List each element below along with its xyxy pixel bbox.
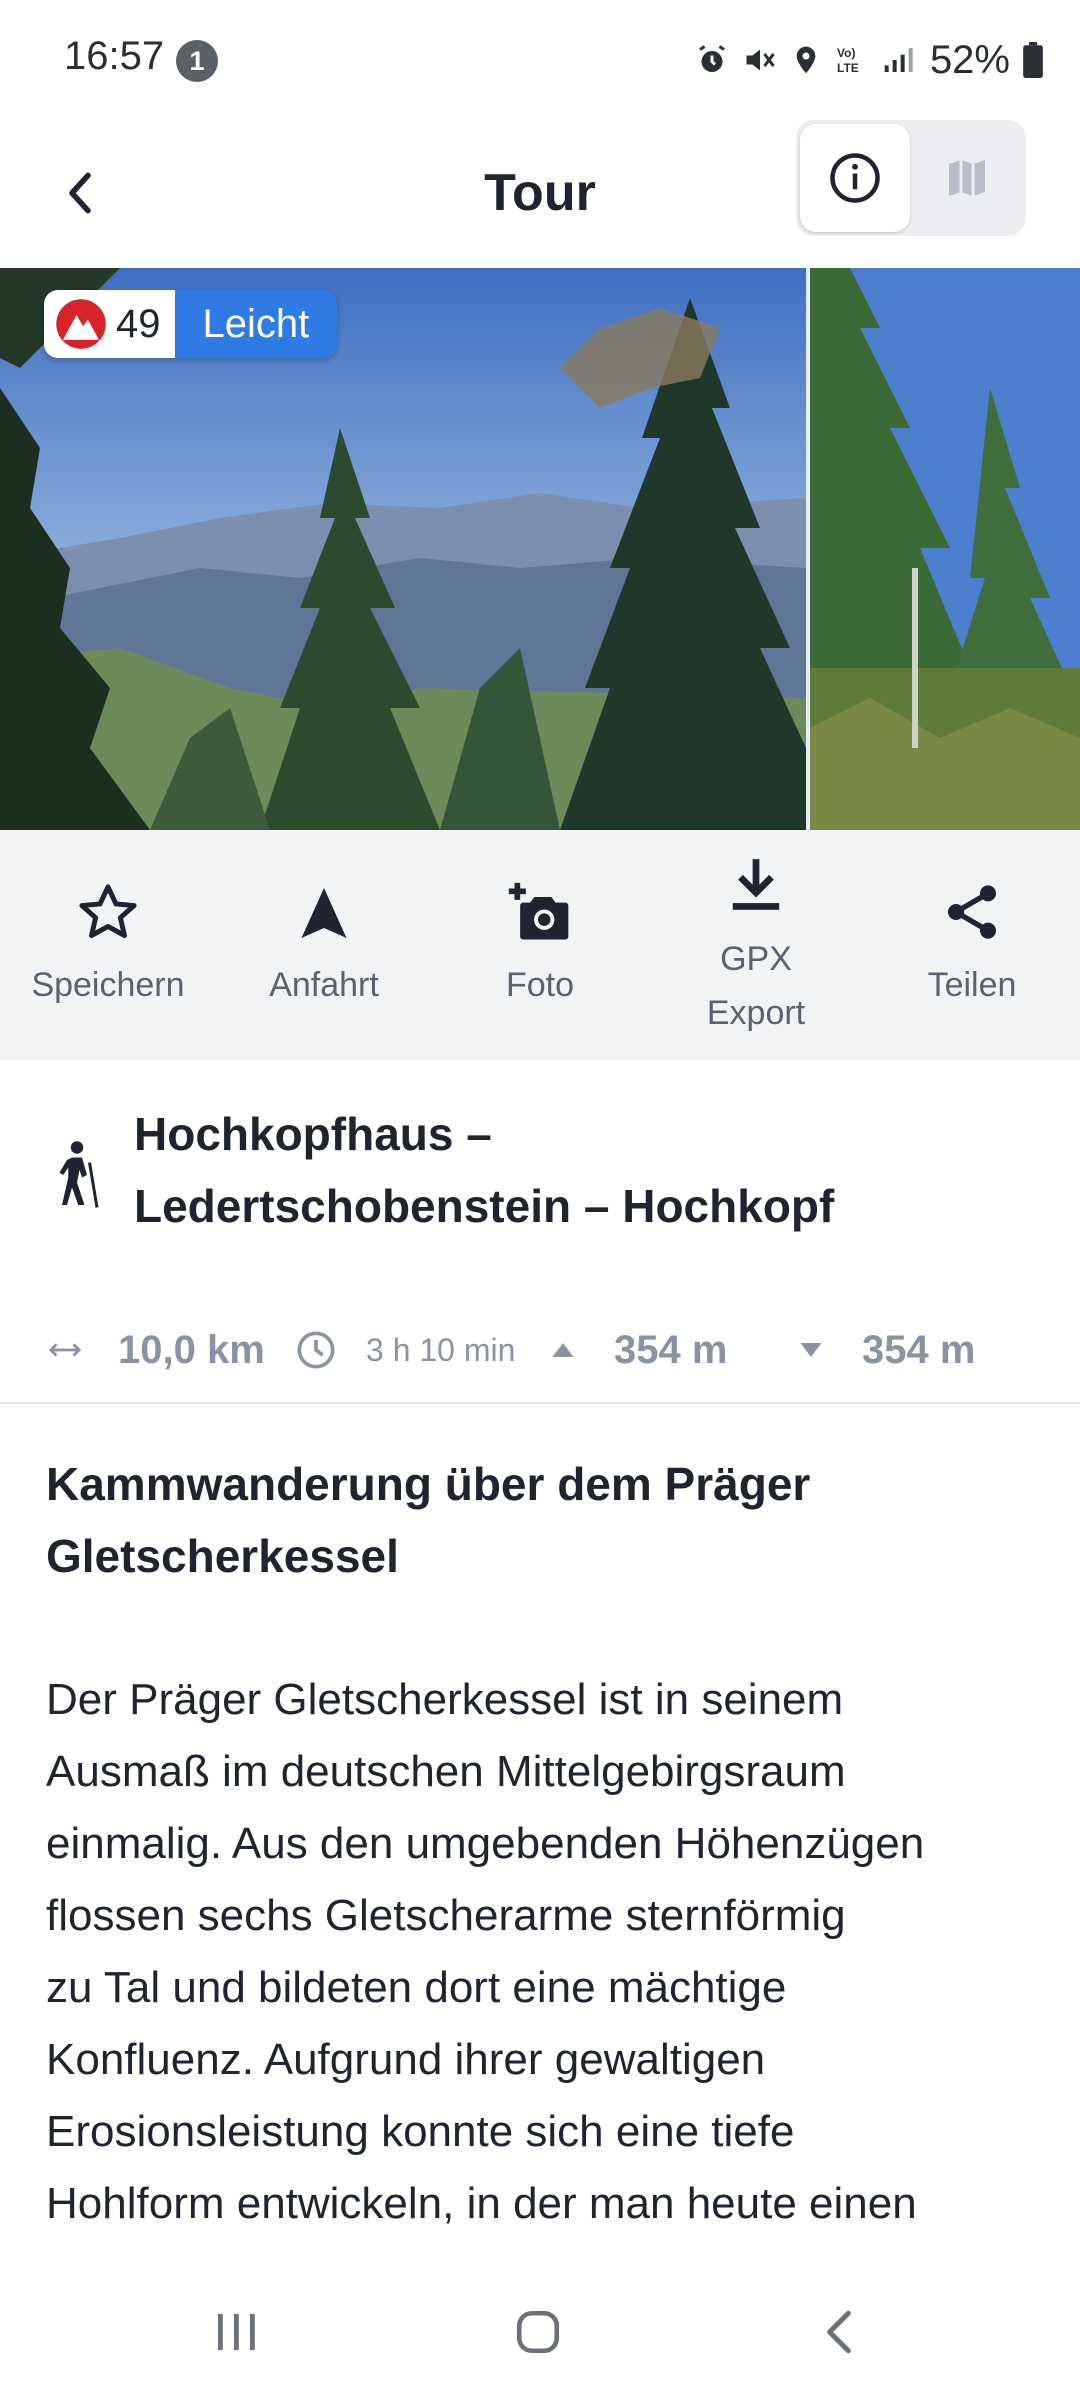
descent-value: 354 m [862, 1327, 976, 1372]
volte-icon: Vo)LTE [837, 46, 859, 75]
photo-label: Foto [505, 966, 575, 1004]
add-photo-button[interactable]: Foto [432, 830, 648, 1060]
description-line: Erosionsleistung konnte sich eine tiefe [46, 2107, 795, 2156]
share-label: Teilen [927, 966, 1017, 1004]
svg-text:LTE: LTE [837, 61, 859, 75]
description-line: Der Präger Gletscherkessel ist in seinem [46, 1675, 844, 1724]
ascent-value: 354 m [614, 1327, 728, 1372]
save-label: Speichern [31, 966, 185, 1004]
mute-icon [746, 49, 775, 71]
svg-text:Vo): Vo) [837, 46, 855, 60]
tour-title-line1: Hochkopfhaus – [134, 1108, 492, 1160]
duration-value: 3 h 10 min [366, 1331, 516, 1368]
app-header: Tour [0, 120, 1080, 266]
distance-arrows-icon [48, 1343, 82, 1357]
info-icon [830, 153, 880, 203]
tour-title: Hochkopfhaus – Ledertschobenstein – Hoch… [134, 1098, 1014, 1242]
battery-icon [1023, 42, 1043, 78]
signal-icon [884, 48, 913, 72]
descent-icon-wrap [800, 1310, 822, 1390]
description-heading-line1: Kammwanderung über dem Präger [46, 1458, 811, 1510]
home-button[interactable] [478, 2292, 598, 2372]
photo-gallery[interactable]: 49 Leicht [0, 268, 1080, 830]
tour-title-line2: Ledertschobenstein – Hochkopf [134, 1180, 835, 1232]
gpx-export-button[interactable]: GPX Export [648, 830, 864, 1060]
difficulty-badge: Leicht [174, 290, 338, 358]
section-divider [0, 1402, 1080, 1404]
battery-percentage: 52% [929, 37, 1010, 82]
share-button[interactable]: Teilen [864, 830, 1080, 1060]
description-line: flossen sechs Gletscherarme sternförmig [46, 1891, 846, 1940]
star-icon [79, 884, 137, 939]
info-view-button[interactable] [800, 124, 910, 232]
add-photo-icon [508, 882, 569, 940]
ascent-triangle-icon [552, 1343, 574, 1357]
rating-difficulty-chip: 49 Leicht [44, 290, 338, 358]
rating-value: 49 [116, 301, 161, 346]
description-line: zu Tal und bildeten dort eine mächtige [46, 1963, 787, 2012]
save-button[interactable]: Speichern [0, 830, 216, 1060]
back-icon [827, 2310, 851, 2354]
hiking-icon [59, 1141, 99, 1208]
directions-label: Anfahrt [269, 966, 379, 1004]
clock-icon [297, 1331, 335, 1369]
gpx-export-label-line2: Export [706, 994, 806, 1032]
tour-stats: 10,0 km 3 h 10 min 354 m 354 m [0, 1310, 1080, 1390]
location-icon [796, 46, 816, 74]
status-time: 16:57 [64, 34, 165, 78]
home-icon [516, 2310, 560, 2354]
description-line: Ausmaß im deutschen Mittelgebirgsraum [46, 1747, 846, 1796]
rating-logo-icon [56, 299, 106, 349]
notification-count-badge: 1 [176, 40, 218, 82]
view-toggle [796, 120, 1026, 236]
ascent-icon-wrap [552, 1310, 574, 1390]
description-line: Konfluenz. Aufgrund ihrer gewaltigen [46, 2035, 766, 2084]
tour-photo-second[interactable] [810, 268, 1080, 830]
distance-icon-wrap [48, 1310, 82, 1390]
description-heading: Kammwanderung über dem Präger Gletscherk… [46, 1448, 1036, 1592]
recents-button[interactable] [176, 2292, 296, 2372]
share-icon [948, 885, 996, 939]
description-heading-line2: Gletscherkessel [46, 1530, 399, 1582]
navigation-arrow-icon [301, 888, 347, 938]
descent-triangle-icon [800, 1343, 822, 1357]
directions-button[interactable]: Anfahrt [216, 830, 432, 1060]
download-icon [732, 859, 780, 910]
map-view-button[interactable] [912, 124, 1022, 232]
action-bar: Speichern Anfahrt Foto GPX Export Teilen [0, 830, 1080, 1060]
description-body: Der Präger Gletscherkessel ist in seinem… [46, 1664, 1046, 2260]
status-icons: Vo) LTE 52% [694, 30, 1044, 90]
alarm-icon [699, 45, 725, 72]
distance-value: 10,0 km [118, 1327, 265, 1372]
system-back-button[interactable] [780, 2292, 900, 2372]
map-icon [949, 160, 985, 196]
community-rating: 49 [44, 290, 175, 358]
recents-icon [218, 2314, 255, 2350]
system-nav-bar [0, 2262, 1080, 2400]
clock-icon-wrap [296, 1310, 336, 1390]
description-line: einmalig. Aus den umgebenden Höhenzügen [46, 1819, 925, 1868]
gpx-export-label-line1: GPX [720, 940, 792, 978]
status-bar: 16:57 1 Vo) LTE 52% [0, 0, 1080, 120]
